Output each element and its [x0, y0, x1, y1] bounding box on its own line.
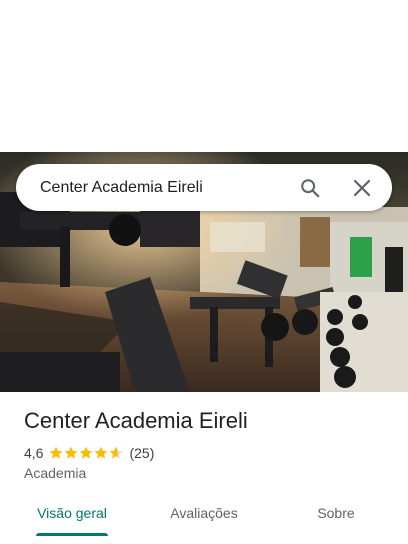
- place-category: Academia: [24, 465, 87, 481]
- close-icon[interactable]: [340, 166, 384, 210]
- star-full-icon: [50, 446, 63, 459]
- star-half-icon: [110, 446, 123, 459]
- search-icon[interactable]: [288, 166, 332, 210]
- star-rating: [49, 446, 124, 460]
- search-input[interactable]: Center Academia Eireli: [40, 179, 288, 197]
- tab-about[interactable]: Sobre: [288, 500, 384, 536]
- active-tab-indicator: [36, 533, 108, 536]
- star-full-icon: [65, 446, 78, 459]
- tab-overview[interactable]: Visão geral: [24, 500, 120, 536]
- star-full-icon: [95, 446, 108, 459]
- rating-row[interactable]: 4,6 (25): [24, 444, 154, 462]
- tab-reviews[interactable]: Avaliações: [156, 500, 252, 536]
- search-bar[interactable]: Center Academia Eireli: [16, 164, 392, 211]
- rating-value: 4,6: [24, 445, 44, 461]
- place-title: Center Academia Eireli: [24, 408, 248, 433]
- tab-bar: Visão geral Avaliações Sobre: [0, 500, 408, 536]
- star-full-icon: [80, 446, 93, 459]
- review-count: (25): [129, 445, 155, 461]
